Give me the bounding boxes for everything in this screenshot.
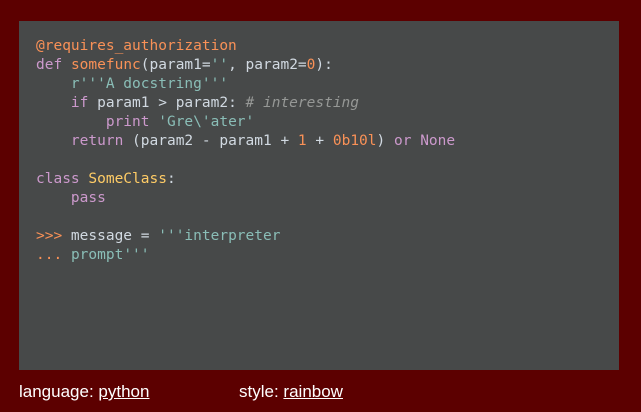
code-line: @requires_authorization bbox=[36, 37, 602, 56]
style-selector: style: rainbow bbox=[239, 382, 343, 402]
code-token-string: 'Gre\'ater' bbox=[158, 114, 255, 130]
code-token-string: prompt''' bbox=[70, 247, 150, 263]
code-line: print 'Gre\'ater' bbox=[36, 113, 602, 132]
code-token-prompt: >>> bbox=[36, 228, 63, 244]
code-token-number: 1 bbox=[297, 133, 307, 149]
code-line: if param1 > param2: # interesting bbox=[36, 94, 602, 113]
code-line: >>> message = '''interpreter bbox=[36, 227, 602, 246]
code-token-string: '''interpreter bbox=[158, 228, 281, 244]
code-token-plain: , param2= bbox=[228, 57, 307, 73]
language-label: language: bbox=[19, 382, 94, 401]
code-token-plain: message = bbox=[62, 228, 159, 244]
code-token-string: '' bbox=[210, 57, 229, 73]
code-line: return (param2 - param1 + 1 + 0b10l) or … bbox=[36, 132, 602, 151]
code-token-plain: (param2 - param1 + bbox=[123, 133, 298, 149]
code-token-plain: : bbox=[166, 171, 176, 187]
style-link[interactable]: rainbow bbox=[283, 382, 343, 401]
code-token-keyword: print bbox=[105, 114, 150, 130]
code-token-plain: ): bbox=[315, 57, 333, 73]
code-token-keyword: def bbox=[36, 57, 63, 73]
code-token-plain: param1 > param2: bbox=[88, 95, 246, 111]
language-selector: language: python bbox=[19, 382, 149, 402]
code-token-classname: SomeClass bbox=[88, 171, 167, 187]
code-line: def somefunc(param1='', param2=0): bbox=[36, 56, 602, 75]
code-token-keyword: None bbox=[420, 133, 456, 149]
code-token-keyword: if bbox=[70, 95, 89, 111]
code-token-plain: ) bbox=[376, 133, 394, 149]
code-token-number: 0b10l bbox=[332, 133, 377, 149]
code-token-prompt: ... bbox=[36, 247, 63, 263]
code-token-comment: # interesting bbox=[245, 95, 360, 111]
code-line: pass bbox=[36, 189, 602, 208]
code-line: class SomeClass: bbox=[36, 170, 602, 189]
code-token-keyword: pass bbox=[70, 190, 106, 206]
code-line: ... prompt''' bbox=[36, 246, 602, 265]
code-line: r'''A docstring''' bbox=[36, 75, 602, 94]
code-token-plain: + bbox=[306, 133, 333, 149]
language-link[interactable]: python bbox=[98, 382, 149, 401]
code-token-keyword: return bbox=[70, 133, 124, 149]
code-token-keyword: class bbox=[36, 171, 80, 187]
code-token-plain: (param1= bbox=[140, 57, 211, 73]
code-token-string: r'''A docstring''' bbox=[70, 76, 229, 92]
code-token-decorator: @requires_authorization bbox=[36, 38, 237, 54]
code-panel: @requires_authorization def somefunc(para… bbox=[19, 21, 619, 370]
code-token-funcname: somefunc bbox=[70, 57, 141, 73]
code-block: @requires_authorization def somefunc(para… bbox=[36, 37, 602, 265]
style-label: style: bbox=[239, 382, 279, 401]
code-token-keyword: or bbox=[393, 133, 412, 149]
